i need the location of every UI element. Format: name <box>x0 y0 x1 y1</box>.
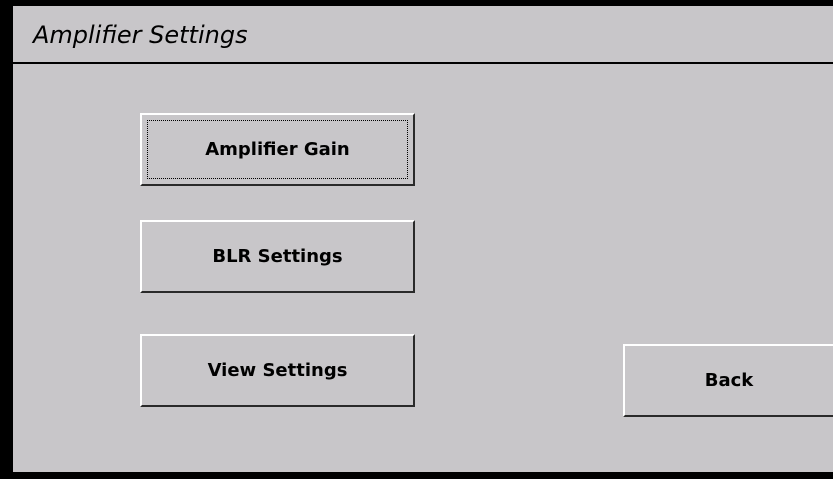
amplifier-settings-screen: Amplifier Settings Amplifier Gain BLR Se… <box>13 6 833 472</box>
amplifier-gain-button[interactable]: Amplifier Gain <box>140 113 415 186</box>
back-label: Back <box>704 370 754 391</box>
view-settings-button[interactable]: View Settings <box>140 334 415 407</box>
back-button[interactable]: Back <box>623 344 833 417</box>
title-bar: Amplifier Settings <box>13 6 833 64</box>
blr-settings-label: BLR Settings <box>212 246 343 267</box>
page-title: Amplifier Settings <box>33 21 248 49</box>
amplifier-gain-label: Amplifier Gain <box>205 139 350 160</box>
view-settings-label: View Settings <box>207 360 348 381</box>
blr-settings-button[interactable]: BLR Settings <box>140 220 415 293</box>
